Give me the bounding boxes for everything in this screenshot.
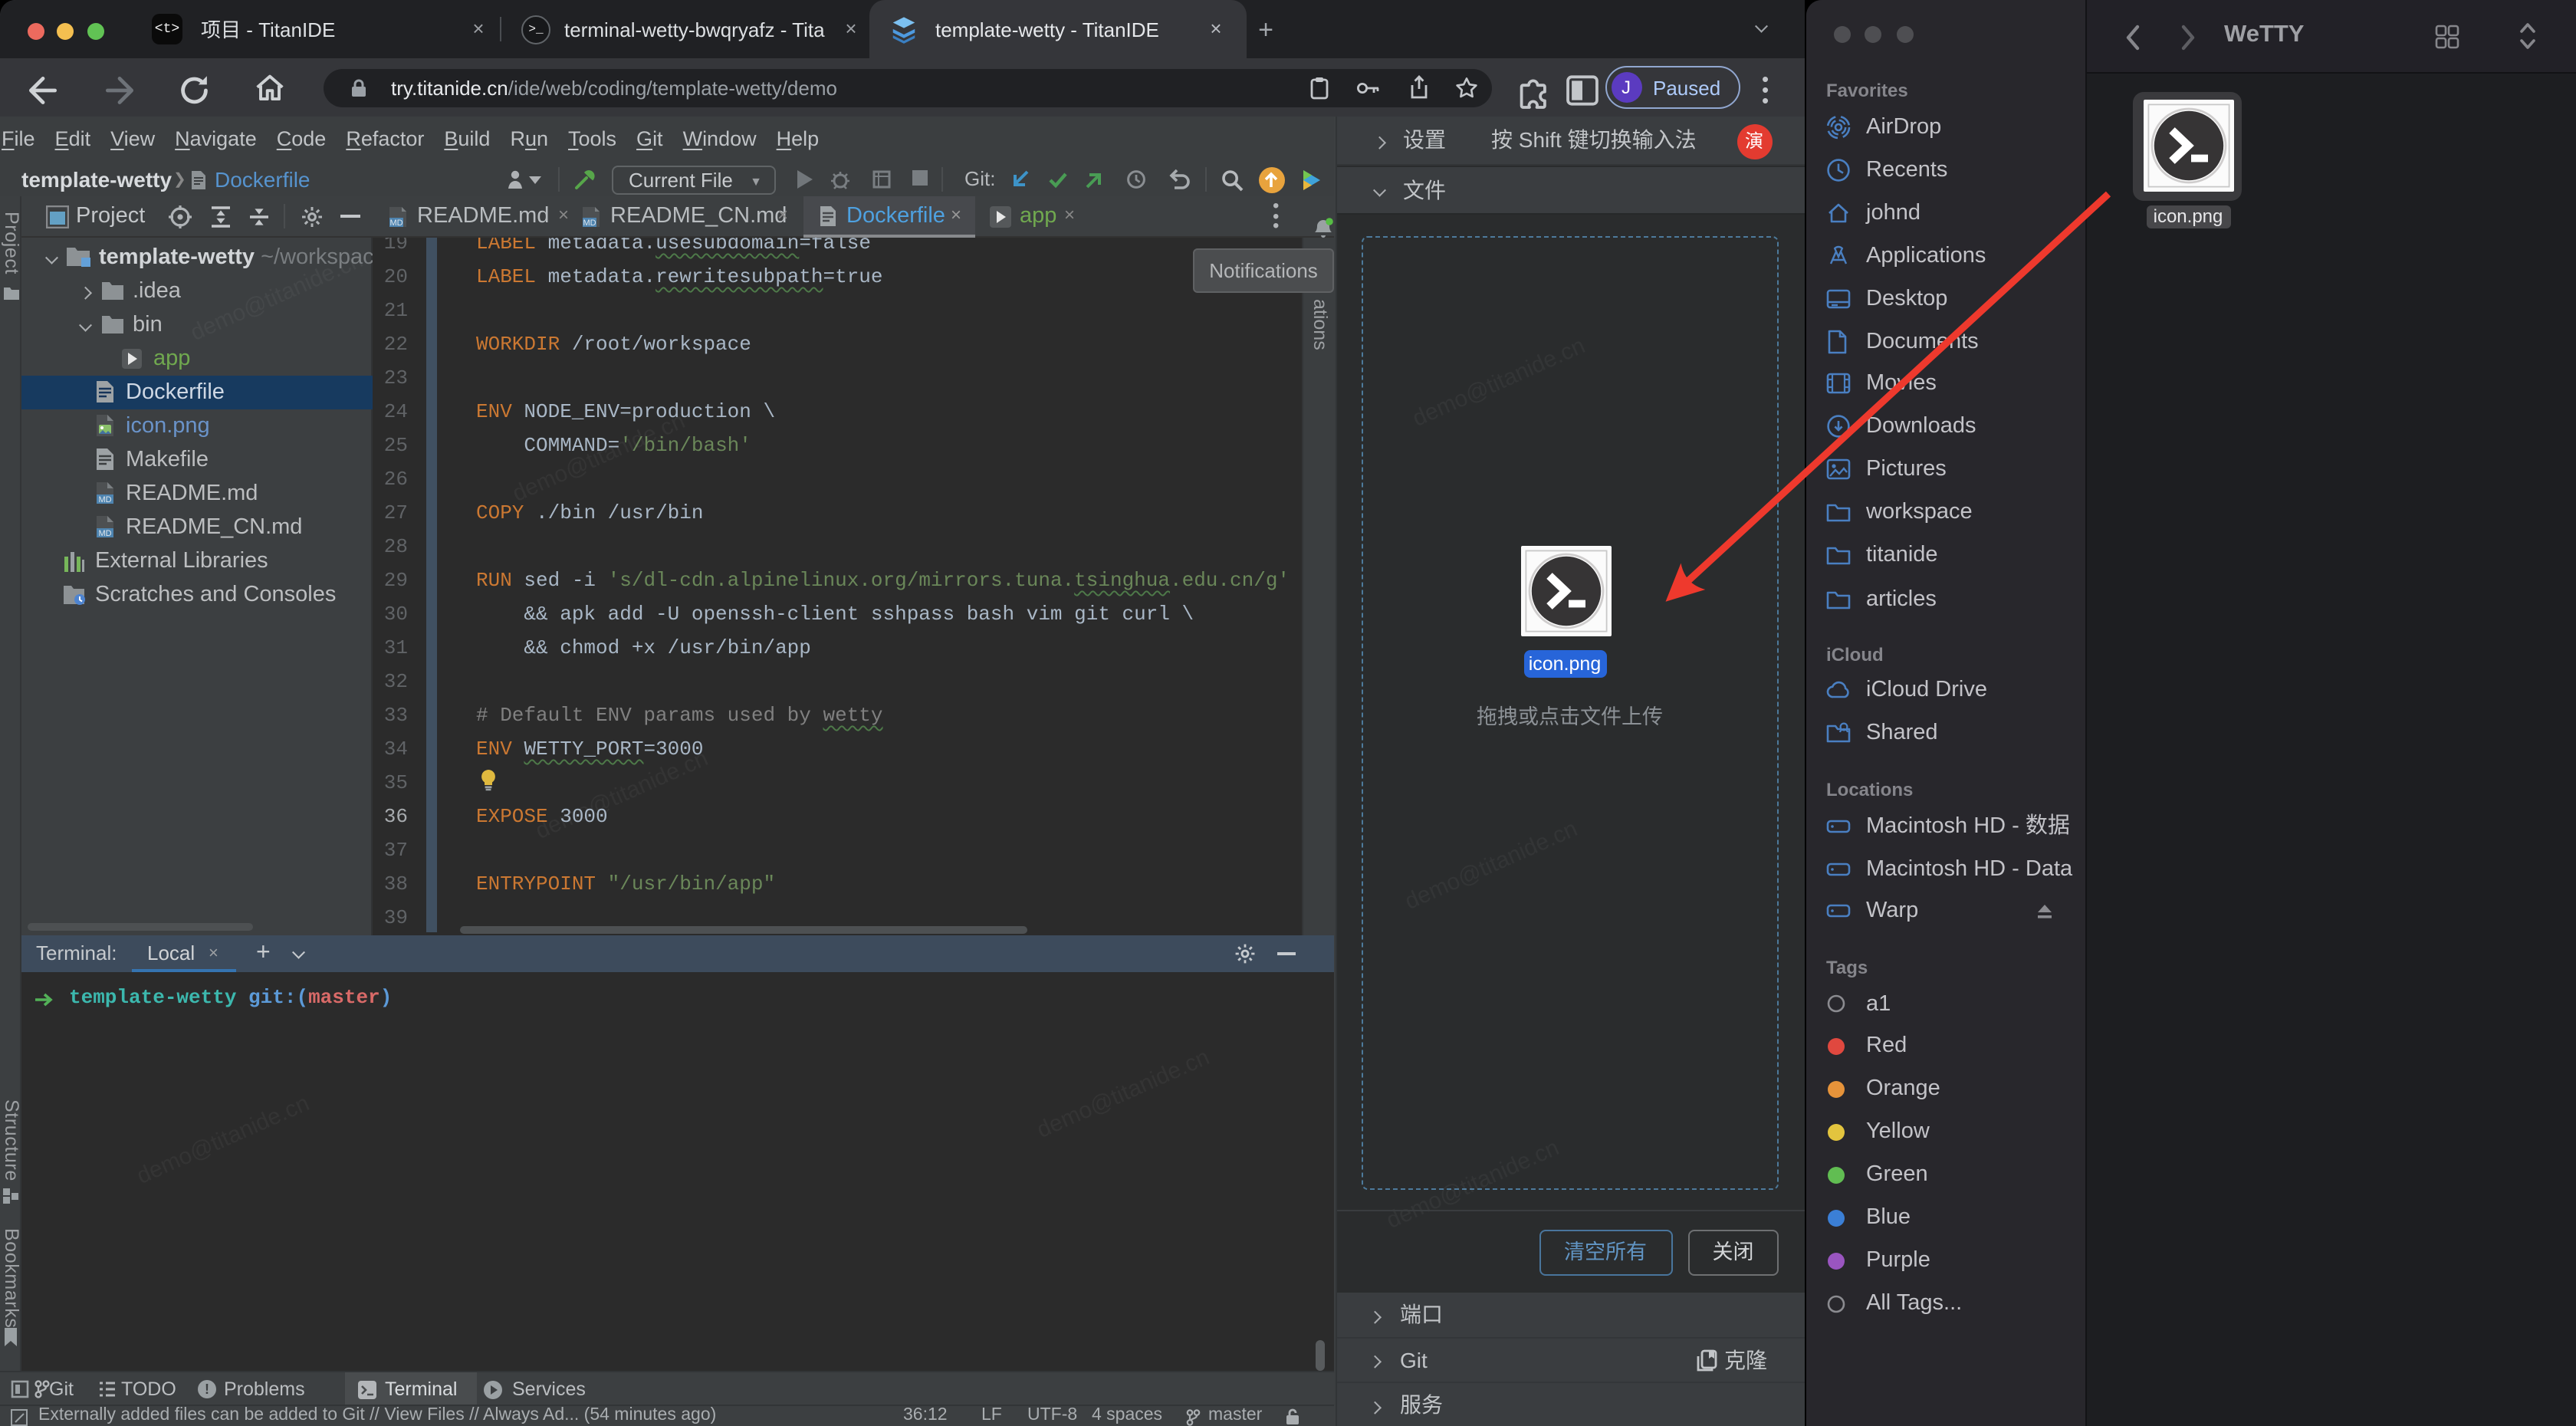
svg-text:MD: MD <box>389 219 402 228</box>
svg-text:MD: MD <box>98 495 111 504</box>
svg-text:MD: MD <box>98 529 111 538</box>
svg-text:MD: MD <box>583 219 596 228</box>
